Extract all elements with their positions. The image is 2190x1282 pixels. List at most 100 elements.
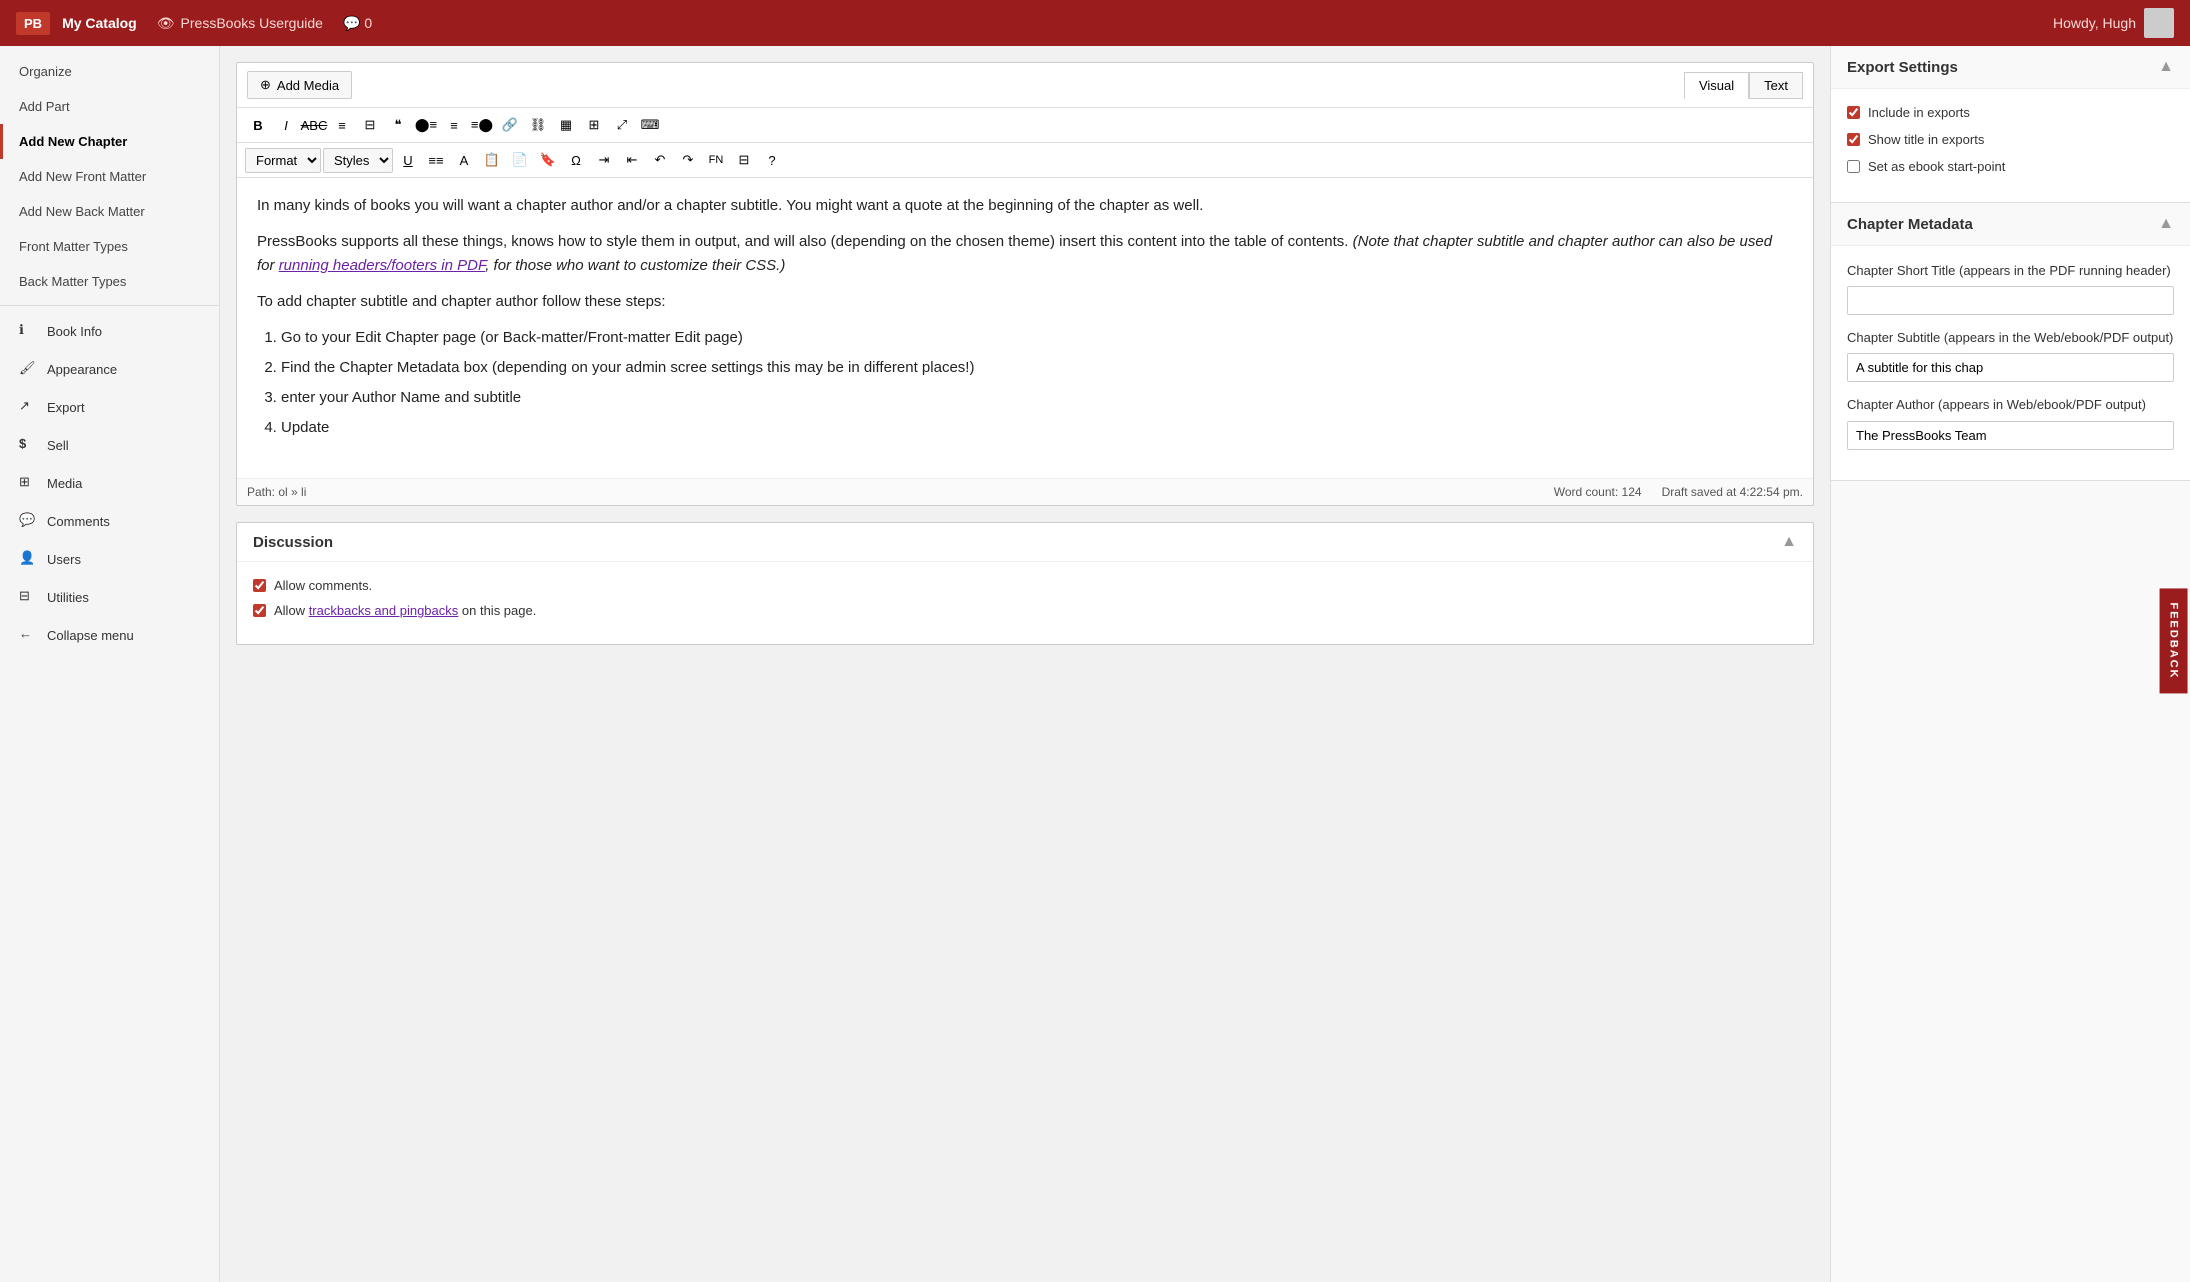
ebook-start-row: Set as ebook start-point: [1847, 159, 2174, 174]
show-title-row: Show title in exports: [1847, 132, 2174, 147]
export-settings-collapse[interactable]: ▲: [2158, 58, 2174, 76]
show-title-label: Show title in exports: [1868, 132, 1984, 147]
table-button[interactable]: ⊞: [581, 112, 607, 138]
allow-comments-row: Allow comments.: [253, 578, 1797, 593]
main-area: ⊕ Add Media Visual Text B I ABC ≡ ⊟ ❝: [220, 46, 2190, 1282]
editor-italic-note: (Note that chapter subtitle and chapter …: [257, 233, 1772, 274]
editor-para-2: PressBooks supports all these things, kn…: [257, 230, 1793, 278]
strikethrough-button[interactable]: ABC: [301, 112, 327, 138]
export-settings-body: Include in exports Show title in exports…: [1831, 89, 2190, 202]
ebook-start-checkbox[interactable]: [1847, 160, 1860, 173]
anchor-button[interactable]: 🔖: [535, 147, 561, 173]
sidebar-item-add-part[interactable]: Add Part: [0, 89, 219, 124]
insert-button[interactable]: ▦: [553, 112, 579, 138]
italic-button[interactable]: I: [273, 112, 299, 138]
visual-tab[interactable]: Visual: [1684, 72, 1749, 99]
sidebar-item-comments[interactable]: 💬 Comments: [0, 502, 219, 540]
align-right-button[interactable]: ≡⬤: [469, 112, 495, 138]
styles-select[interactable]: Styles: [323, 148, 393, 173]
export-settings-title: Export Settings: [1847, 59, 1958, 76]
discussion-collapse-arrow[interactable]: ▲: [1781, 533, 1797, 551]
howdy-text: Howdy, Hugh: [2053, 15, 2136, 31]
sidebar-item-appearance[interactable]: 🖌 Appearance: [0, 350, 219, 388]
sidebar-item-collapse[interactable]: ← Collapse menu: [0, 616, 219, 654]
redo-button[interactable]: ↷: [675, 147, 701, 173]
author-input[interactable]: [1847, 421, 2174, 450]
link-button[interactable]: 🔗: [497, 112, 523, 138]
bold-button[interactable]: B: [245, 112, 271, 138]
chapter-metadata-header: Chapter Metadata ▲: [1831, 203, 2190, 246]
ordered-list-button[interactable]: ⊟: [357, 112, 383, 138]
step-2: Find the Chapter Metadata box (depending…: [281, 356, 1793, 380]
include-in-exports-checkbox[interactable]: [1847, 106, 1860, 119]
right-panel: Export Settings ▲ Include in exports Sho…: [1830, 46, 2190, 1282]
outdent-button[interactable]: ⇤: [619, 147, 645, 173]
export-icon: ↗: [19, 398, 37, 416]
add-media-icon: ⊕: [260, 77, 271, 93]
comment-icon: 💬: [343, 15, 360, 32]
discussion-box: Discussion ▲ Allow comments. Allow track…: [236, 522, 1814, 645]
align-center-button[interactable]: ≡: [441, 112, 467, 138]
comments-link[interactable]: 💬 0: [343, 15, 372, 32]
show-title-checkbox[interactable]: [1847, 133, 1860, 146]
blockquote-button[interactable]: ❝: [385, 112, 411, 138]
fn-button[interactable]: FN: [703, 147, 729, 173]
indent-button[interactable]: ⇥: [591, 147, 617, 173]
unordered-list-button[interactable]: ≡: [329, 112, 355, 138]
main-layout: Organize Add Part Add New Chapter Add Ne…: [0, 46, 2190, 1282]
chapter-metadata-collapse[interactable]: ▲: [2158, 215, 2174, 233]
users-icon: 👤: [19, 550, 37, 568]
brush-icon: 🖌: [19, 360, 37, 378]
userguide-link[interactable]: 👁 PressBooks Userguide: [157, 15, 323, 32]
sidebar-item-add-new-chapter[interactable]: Add New Chapter: [0, 124, 219, 159]
sidebar-item-add-new-front-matter[interactable]: Add New Front Matter: [0, 159, 219, 194]
text-tab[interactable]: Text: [1749, 72, 1803, 99]
author-label: Chapter Author (appears in Web/ebook/PDF…: [1847, 396, 2174, 414]
subtitle-input[interactable]: [1847, 353, 2174, 382]
sidebar-item-sell[interactable]: $ Sell: [0, 426, 219, 464]
sidebar-item-users[interactable]: 👤 Users: [0, 540, 219, 578]
editor-footer: Path: ol » li Word count: 124 Draft save…: [237, 478, 1813, 505]
catalog-link[interactable]: My Catalog: [62, 15, 137, 31]
sidebar-item-media[interactable]: ⊞ Media: [0, 464, 219, 502]
unlink-button[interactable]: ⛓: [525, 112, 551, 138]
table2-button[interactable]: ⊟: [731, 147, 757, 173]
sidebar-item-add-new-back-matter[interactable]: Add New Back Matter: [0, 194, 219, 229]
underline-button[interactable]: U: [395, 147, 421, 173]
avatar[interactable]: [2144, 8, 2174, 38]
sidebar-item-utilities[interactable]: ⊟ Utilities: [0, 578, 219, 616]
help-button[interactable]: ?: [759, 147, 785, 173]
paste-word-button[interactable]: 📄: [507, 147, 533, 173]
allow-comments-checkbox[interactable]: [253, 579, 266, 592]
text-color-button[interactable]: A: [451, 147, 477, 173]
undo-button[interactable]: ↶: [647, 147, 673, 173]
fullscreen-button[interactable]: ⤢: [609, 112, 635, 138]
pb-logo[interactable]: PB: [16, 12, 50, 35]
special-char-button[interactable]: Ω: [563, 147, 589, 173]
running-headers-link[interactable]: running headers/footers in PDF: [279, 257, 486, 274]
info-icon: ℹ: [19, 322, 37, 340]
add-media-button[interactable]: ⊕ Add Media: [247, 71, 352, 99]
keyboard-button[interactable]: ⌨: [637, 112, 663, 138]
allow-trackbacks-checkbox[interactable]: [253, 604, 266, 617]
align-left-button[interactable]: ⬤≡: [413, 112, 439, 138]
trackbacks-link[interactable]: trackbacks and pingbacks: [309, 603, 459, 618]
sidebar-item-back-matter-types[interactable]: Back Matter Types: [0, 264, 219, 299]
feedback-tab[interactable]: FEEDBACK: [2159, 588, 2187, 693]
discussion-header: Discussion ▲: [237, 523, 1813, 562]
sidebar-item-book-info[interactable]: ℹ Book Info: [0, 312, 219, 350]
editor-para-3: To add chapter subtitle and chapter auth…: [257, 290, 1793, 314]
paste-text-button[interactable]: 📋: [479, 147, 505, 173]
short-title-input[interactable]: [1847, 286, 2174, 315]
sidebar-item-organize[interactable]: Organize: [0, 54, 219, 89]
utilities-icon: ⊟: [19, 588, 37, 606]
sidebar-item-export[interactable]: ↗ Export: [0, 388, 219, 426]
sidebar-item-front-matter-types[interactable]: Front Matter Types: [0, 229, 219, 264]
export-settings-header: Export Settings ▲: [1831, 46, 2190, 89]
format-select[interactable]: Format: [245, 148, 321, 173]
visual-text-tabs: Visual Text: [1684, 72, 1803, 99]
justify-button[interactable]: ≡≡: [423, 147, 449, 173]
allow-trackbacks-row: Allow trackbacks and pingbacks on this p…: [253, 603, 1797, 618]
editor-body[interactable]: In many kinds of books you will want a c…: [237, 178, 1813, 478]
editor-steps-list: Go to your Edit Chapter page (or Back-ma…: [281, 326, 1793, 440]
